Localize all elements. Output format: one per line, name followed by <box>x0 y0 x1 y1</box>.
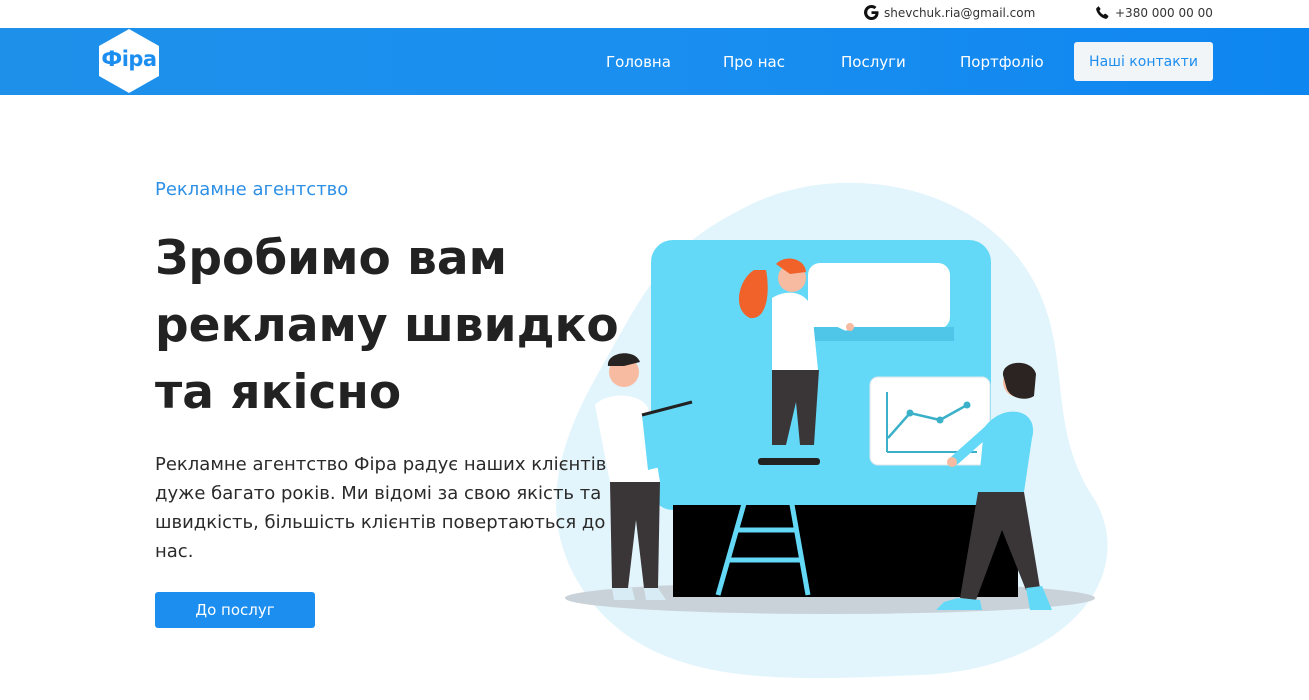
contacts-button[interactable]: Наші контакти <box>1074 42 1213 81</box>
phone-icon <box>1095 5 1110 20</box>
nav-home[interactable]: Головна <box>606 53 671 71</box>
top-contact-bar: shevchuk.ria@gmail.com +380 000 00 00 <box>0 0 1309 28</box>
email-text: shevchuk.ria@gmail.com <box>884 5 1036 20</box>
phone-contact[interactable]: +380 000 00 00 <box>1095 5 1213 20</box>
hero-illustration <box>540 170 1120 690</box>
site-header: Фіра Головна Про нас Послуги Портфоліо Н… <box>0 28 1309 95</box>
services-cta-button[interactable]: До послуг <box>155 592 315 628</box>
nav-portfolio[interactable]: Портфоліо <box>960 53 1044 71</box>
logo-text: Фіра <box>101 47 157 71</box>
hero-description: Рекламне агентство Фіра радує наших кліє… <box>155 454 607 562</box>
google-icon <box>864 5 879 20</box>
ladder-top <box>758 458 820 465</box>
logo[interactable]: Фіра <box>96 28 162 94</box>
email-contact[interactable]: shevchuk.ria@gmail.com <box>864 5 1035 20</box>
nav-services[interactable]: Послуги <box>841 53 906 71</box>
nav-about[interactable]: Про нас <box>723 53 785 71</box>
white-card-shadow <box>814 327 954 341</box>
hero-eyebrow: Рекламне агентство <box>155 179 349 200</box>
phone-text: +380 000 00 00 <box>1115 5 1213 20</box>
